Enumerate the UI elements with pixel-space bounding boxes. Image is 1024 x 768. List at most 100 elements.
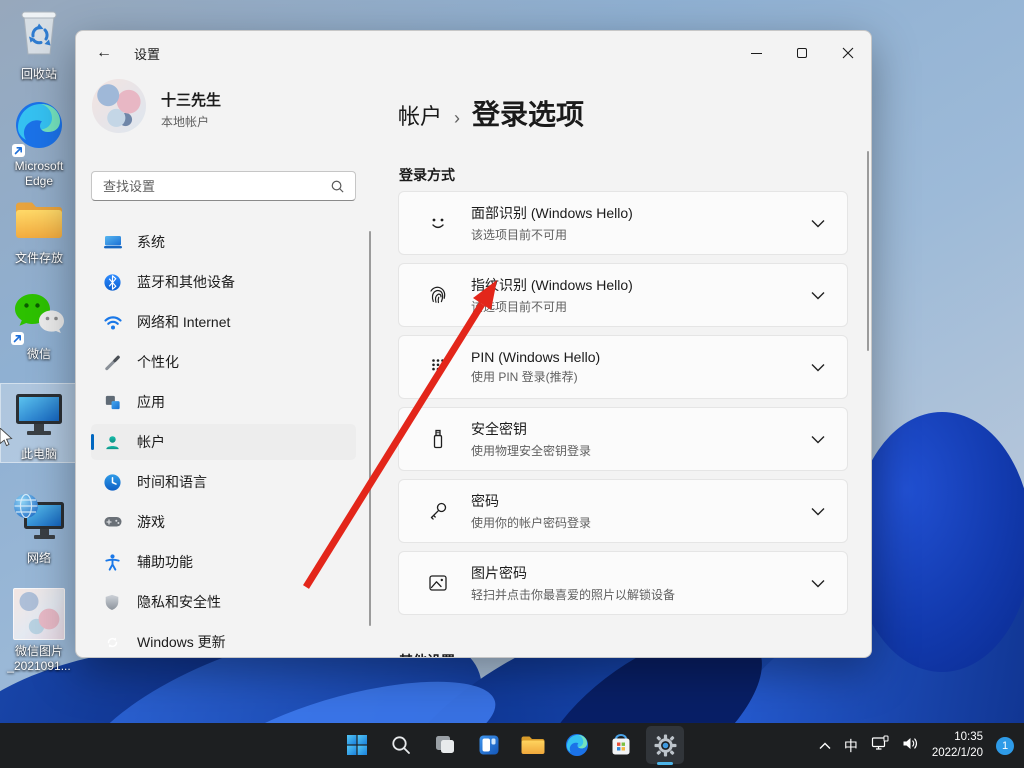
sidebar-scrollbar[interactable] [369,231,371,626]
nav-item-bluetooth-devices[interactable]: 蓝牙和其他设备 [91,264,356,300]
search-icon [390,734,412,756]
card-password[interactable]: 密码 使用你的帐户密码登录 [398,479,848,543]
start-button[interactable] [338,726,376,764]
store-button[interactable] [602,726,640,764]
desktop-icon-wechat[interactable]: 微信 [2,292,76,362]
breadcrumb: 帐户 › 登录选项 [398,93,584,133]
nav-item-accounts[interactable]: 帐户 [91,424,356,460]
page-title: 登录选项 [472,93,584,133]
settings-window: ← 设置 十三先生 本地帐户 系统 蓝牙和其他设备 [75,30,872,658]
card-pin[interactable]: PIN (Windows Hello) 使用 PIN 登录(推荐) [398,335,848,399]
desktop-icon-label: Microsoft Edge [2,159,76,189]
update-icon [103,632,125,652]
fingerprint-icon [423,282,453,308]
edge-icon [565,733,589,757]
shortcut-arrow-icon [11,332,24,345]
nav-item-gaming[interactable]: 游戏 [91,504,356,540]
card-subtitle: 使用物理安全密钥登录 [471,442,811,459]
card-fingerprint-recognition[interactable]: 指纹识别 (Windows Hello) 该选项目前不可用 [398,263,848,327]
folder-icon [13,198,65,247]
ime-indicator[interactable]: 中 [844,736,858,756]
clock-date: 2022/1/20 [932,747,983,759]
card-title: 图片密码 [471,563,811,583]
nav-item-windows-update[interactable]: Windows 更新 [91,624,356,658]
this-pc-icon [12,390,66,443]
file-explorer-button[interactable] [514,726,552,764]
bloom-petal [852,412,1024,672]
settings-search-box[interactable] [91,171,356,201]
task-view-button[interactable] [426,726,464,764]
windows-logo-icon [345,733,369,757]
gear-icon [653,733,678,758]
search-icon [330,179,345,194]
widgets-button[interactable] [470,726,508,764]
desktop-icon-wechat-image[interactable]: 微信图片_2021091... [2,588,76,674]
volume-icon[interactable] [902,736,919,756]
card-title: 密码 [471,491,811,511]
card-title: 指纹识别 (Windows Hello) [471,275,811,295]
nav-item-personalization[interactable]: 个性化 [91,344,356,380]
user-account-type: 本地帐户 [161,113,209,130]
wechat-icon [13,292,65,343]
card-picture-password[interactable]: 图片密码 轻扫并点击你最喜爱的照片以解锁设备 [398,551,848,615]
nav-item-system[interactable]: 系统 [91,224,356,260]
account-icon [103,432,125,452]
shortcut-arrow-icon [12,144,25,157]
signin-options-page: 帐户 › 登录选项 登录方式 面部识别 (Windows Hello) 该选项目… [398,31,848,658]
task-view-icon [433,733,457,757]
accessibility-icon [103,552,125,572]
chevron-down-icon [811,363,825,372]
desktop-icon-label: 网络 [27,551,51,566]
card-title: PIN (Windows Hello) [471,349,811,365]
file-explorer-icon [520,734,546,756]
desktop-icon-this-pc[interactable]: 此电脑 [2,390,76,462]
shield-icon [103,592,125,612]
section-other-settings: 其他设置 [399,651,455,658]
card-title: 面部识别 (Windows Hello) [471,203,811,223]
search-button[interactable] [382,726,420,764]
content-scrollbar[interactable] [867,151,869,351]
recycle-bin-icon [16,8,62,63]
desktop-icon-label: 此电脑 [21,447,57,462]
picture-icon [423,570,453,596]
card-title: 安全密钥 [471,419,811,439]
key-icon [423,498,453,524]
desktop-icon-edge[interactable]: Microsoft Edge [2,100,76,189]
mouse-cursor [0,428,13,448]
nav-item-accessibility[interactable]: 辅助功能 [91,544,356,580]
card-subtitle: 使用 PIN 登录(推荐) [471,368,811,385]
nav-item-network-internet[interactable]: 网络和 Internet [91,304,356,340]
network-tray-icon[interactable] [871,735,889,756]
widgets-icon [477,733,501,757]
back-button[interactable]: ← [88,37,120,69]
desktop-icon-recycle-bin[interactable]: 回收站 [2,8,76,82]
desktop-icon-label: 文件存放 [15,251,63,266]
desktop-icon-label: 微信 [27,347,51,362]
settings-button[interactable] [646,726,684,764]
chevron-down-icon [811,435,825,444]
card-security-key[interactable]: 安全密钥 使用物理安全密钥登录 [398,407,848,471]
nav-item-privacy-security[interactable]: 隐私和安全性 [91,584,356,620]
desktop-icon-file-storage[interactable]: 文件存放 [2,198,76,266]
notification-badge[interactable]: 1 [996,737,1014,755]
tray-chevron-up-icon[interactable] [819,737,831,755]
user-avatar[interactable] [92,79,146,133]
nav-item-time-language[interactable]: 时间和语言 [91,464,356,500]
desktop-icon-network[interactable]: 网络 [2,492,76,566]
usb-key-icon [423,426,453,452]
breadcrumb-accounts[interactable]: 帐户 [398,99,442,131]
chevron-down-icon [811,291,825,300]
clock-icon [103,472,125,492]
window-title: 设置 [134,44,160,63]
user-name: 十三先生 [161,89,221,110]
system-icon [103,232,125,252]
wifi-icon [103,312,125,332]
back-arrow-icon: ← [96,44,112,62]
edge-button[interactable] [558,726,596,764]
search-input[interactable] [92,179,330,194]
apps-icon [103,392,125,412]
store-icon [609,733,633,757]
taskbar-clock[interactable]: 10:35 2022/1/20 [932,730,983,761]
card-face-recognition[interactable]: 面部识别 (Windows Hello) 该选项目前不可用 [398,191,848,255]
nav-item-apps[interactable]: 应用 [91,384,356,420]
